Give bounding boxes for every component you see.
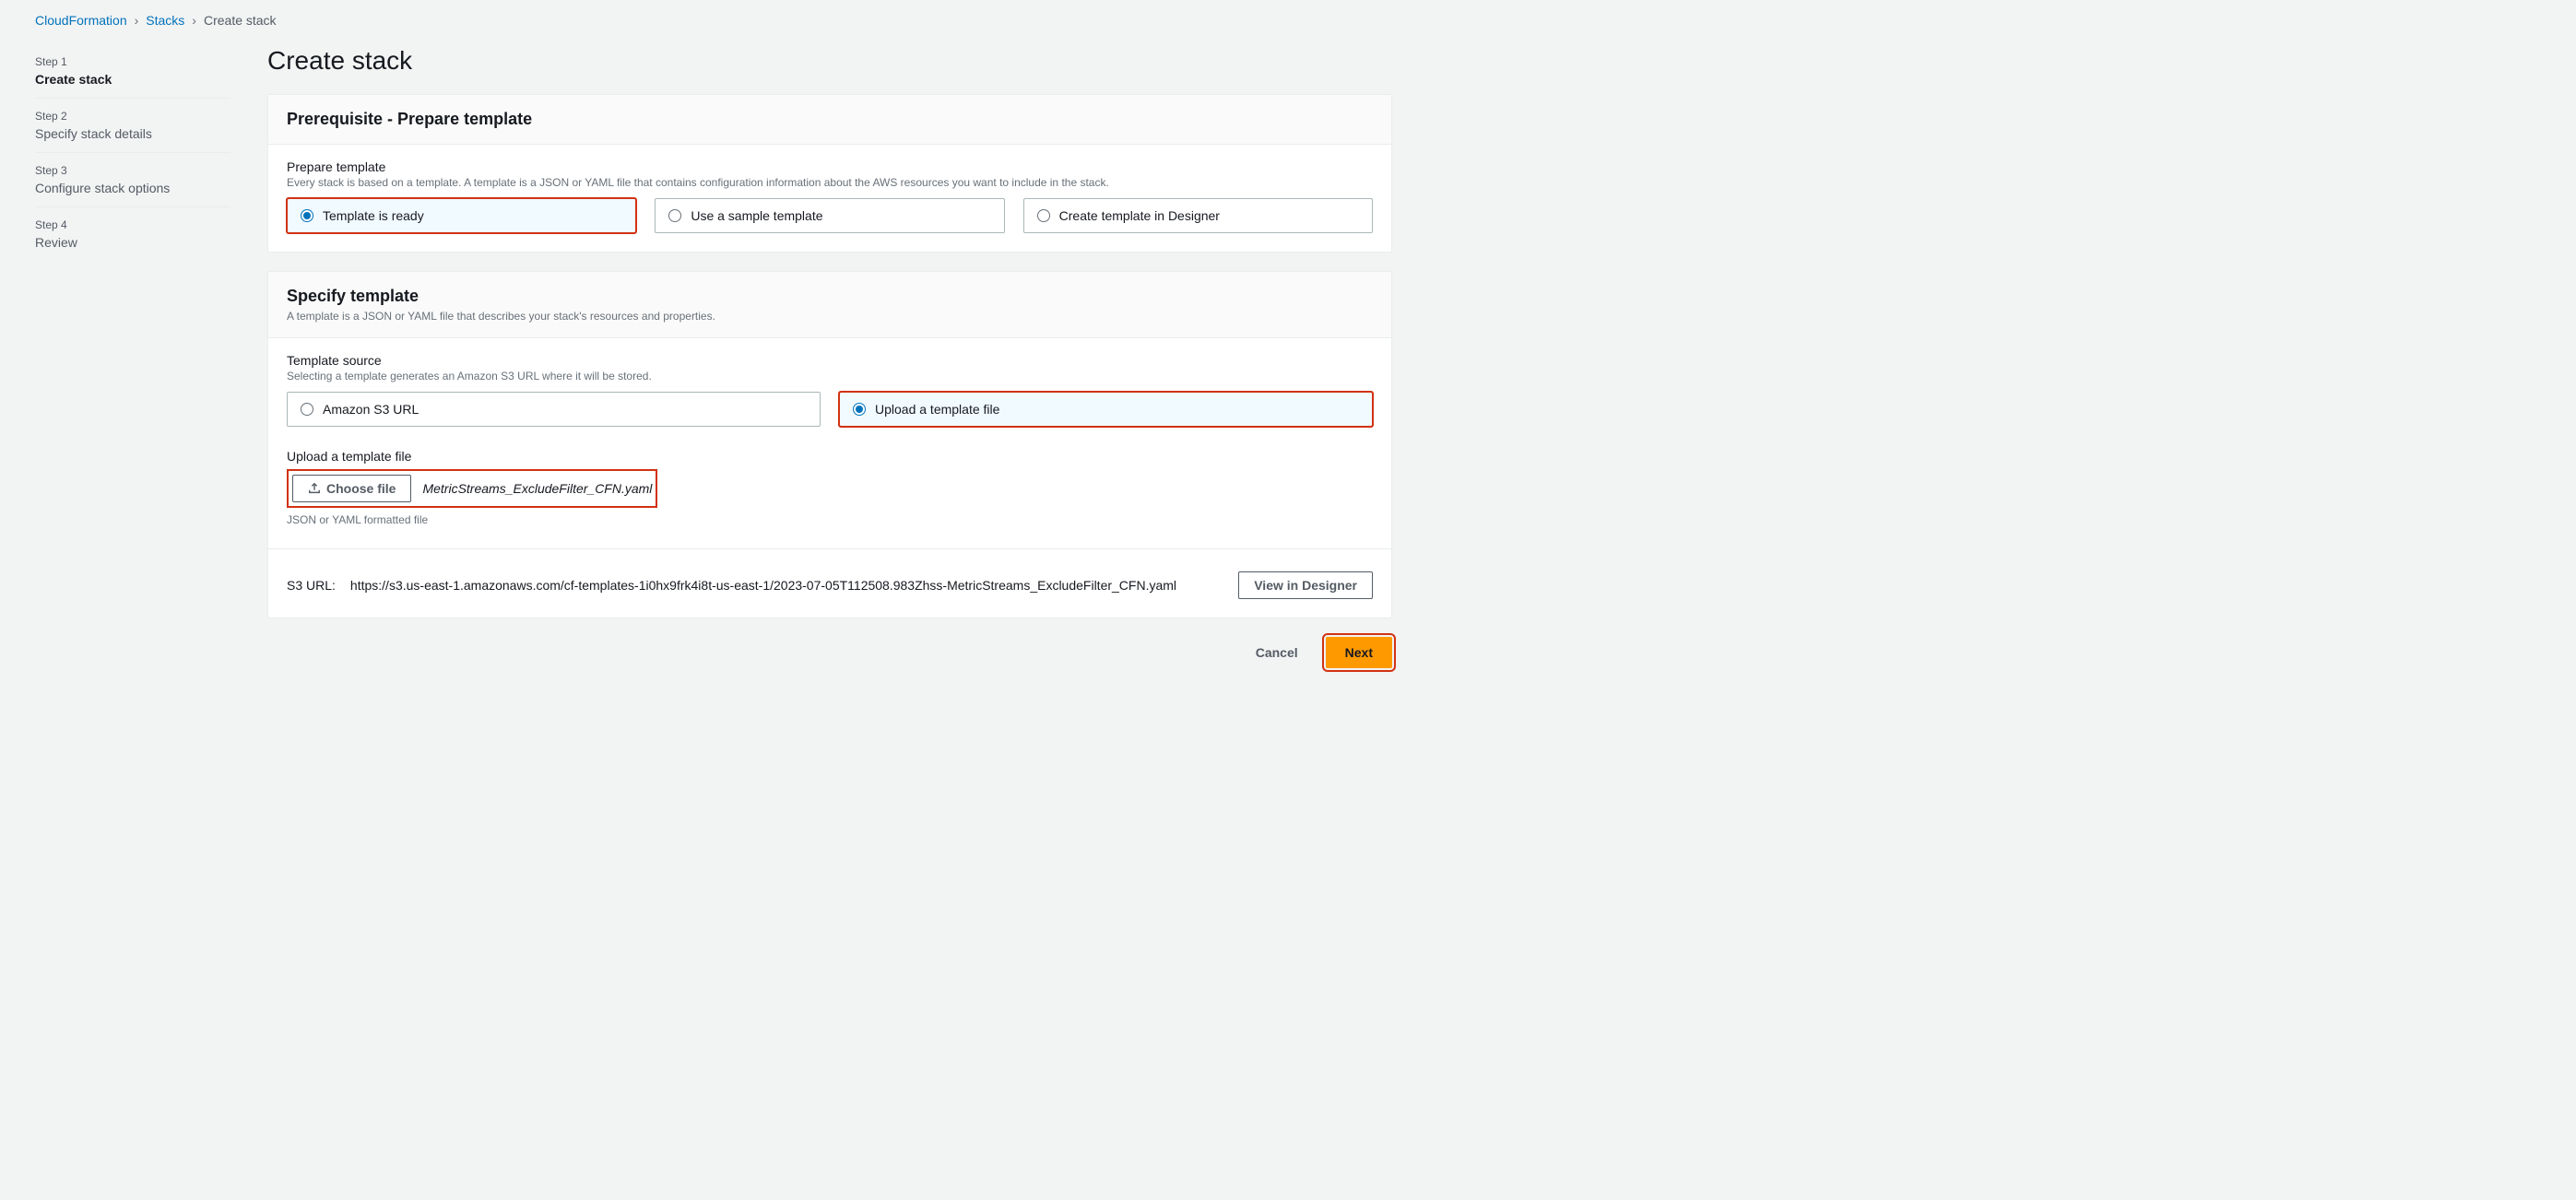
uploaded-filename: MetricStreams_ExcludeFilter_CFN.yaml	[422, 481, 652, 496]
radio-label: Template is ready	[323, 208, 424, 223]
template-source-description: Selecting a template generates an Amazon…	[287, 370, 1373, 382]
step-label: Create stack	[35, 72, 230, 87]
page-title: Create stack	[267, 46, 1392, 76]
breadcrumb-stacks[interactable]: Stacks	[146, 13, 184, 28]
s3-url-value: https://s3.us-east-1.amazonaws.com/cf-te…	[350, 578, 1223, 593]
step-number: Step 4	[35, 218, 230, 231]
breadcrumb-cloudformation[interactable]: CloudFormation	[35, 13, 127, 28]
view-in-designer-button[interactable]: View in Designer	[1238, 571, 1373, 599]
radio-upload-template-file[interactable]: Upload a template file	[839, 392, 1373, 427]
prepare-template-label: Prepare template	[287, 159, 1373, 174]
template-source-label: Template source	[287, 353, 1373, 368]
panel-prerequisite: Prerequisite - Prepare template Prepare …	[267, 94, 1392, 253]
radio-label: Amazon S3 URL	[323, 402, 419, 417]
radio-icon	[853, 403, 866, 416]
step-label: Specify stack details	[35, 126, 230, 141]
radio-icon	[301, 403, 313, 416]
panel-header: Specify template A template is a JSON or…	[268, 272, 1391, 338]
breadcrumb-current: Create stack	[204, 13, 277, 28]
chevron-right-icon: ›	[135, 13, 139, 28]
upload-hint: JSON or YAML formatted file	[287, 513, 1373, 526]
radio-template-ready[interactable]: Template is ready	[287, 198, 636, 233]
upload-template-label: Upload a template file	[287, 449, 1373, 464]
step-review[interactable]: Step 4 Review	[35, 207, 230, 261]
radio-icon	[1037, 209, 1050, 222]
radio-label: Use a sample template	[691, 208, 822, 223]
radio-create-designer[interactable]: Create template in Designer	[1023, 198, 1373, 233]
step-number: Step 3	[35, 164, 230, 177]
choose-file-button[interactable]: Choose file	[292, 475, 411, 502]
upload-file-area: Choose file MetricStreams_ExcludeFilter_…	[287, 469, 657, 508]
step-label: Configure stack options	[35, 181, 230, 195]
next-button[interactable]: Next	[1326, 637, 1392, 668]
chevron-right-icon: ›	[192, 13, 196, 28]
divider	[268, 548, 1391, 549]
specify-template-heading: Specify template	[287, 287, 1373, 306]
radio-label: Upload a template file	[875, 402, 999, 417]
step-label: Review	[35, 235, 230, 250]
breadcrumb: CloudFormation › Stacks › Create stack	[35, 13, 2558, 28]
radio-sample-template[interactable]: Use a sample template	[655, 198, 1004, 233]
footer-actions: Cancel Next	[267, 637, 1392, 668]
upload-icon	[308, 482, 321, 495]
main-content: Create stack Prerequisite - Prepare temp…	[267, 44, 1392, 668]
button-label: Choose file	[326, 481, 396, 496]
s3-url-label: S3 URL:	[287, 578, 336, 593]
prepare-template-description: Every stack is based on a template. A te…	[287, 176, 1373, 189]
radio-label: Create template in Designer	[1059, 208, 1220, 223]
specify-template-sub: A template is a JSON or YAML file that d…	[287, 310, 1373, 323]
step-number: Step 2	[35, 110, 230, 123]
step-configure-options[interactable]: Step 3 Configure stack options	[35, 153, 230, 207]
panel-specify-template: Specify template A template is a JSON or…	[267, 271, 1392, 618]
radio-icon	[668, 209, 681, 222]
wizard-steps-nav: Step 1 Create stack Step 2 Specify stack…	[18, 44, 230, 668]
cancel-button[interactable]: Cancel	[1239, 637, 1315, 668]
radio-icon	[301, 209, 313, 222]
panel-header: Prerequisite - Prepare template	[268, 95, 1391, 145]
step-create-stack[interactable]: Step 1 Create stack	[35, 44, 230, 99]
prerequisite-heading: Prerequisite - Prepare template	[287, 110, 1373, 129]
step-specify-details[interactable]: Step 2 Specify stack details	[35, 99, 230, 153]
step-number: Step 1	[35, 55, 230, 68]
radio-amazon-s3-url[interactable]: Amazon S3 URL	[287, 392, 821, 427]
